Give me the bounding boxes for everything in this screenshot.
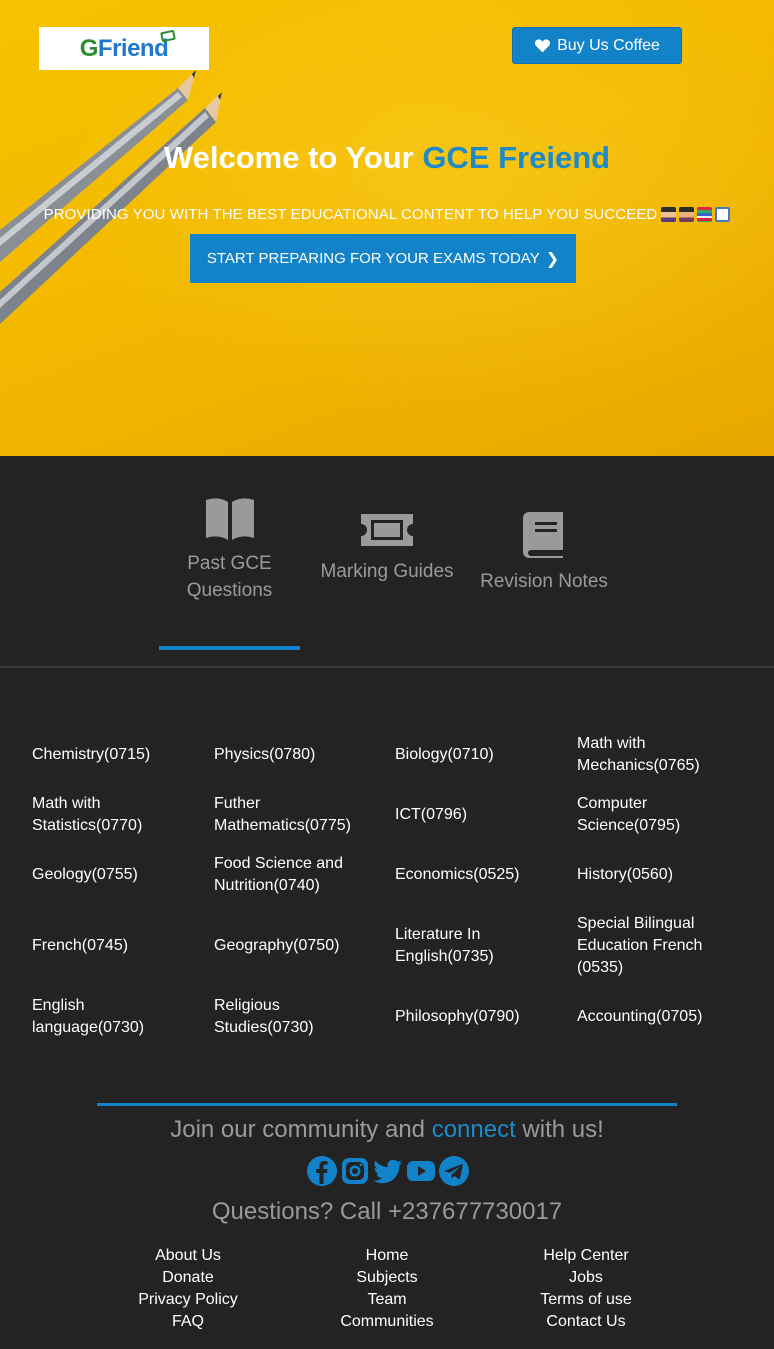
logo[interactable]: GFriend	[39, 27, 209, 70]
footer-divider	[97, 1103, 677, 1106]
subject-link[interactable]: French(0745)	[32, 935, 192, 957]
hero-banner: GFriend Buy Us Coffee Welcome to Your GC…	[0, 0, 774, 456]
subject-link[interactable]: Special Bilingual Education French (0535…	[577, 913, 717, 979]
book-open-icon	[205, 498, 254, 540]
subject-link[interactable]: Chemistry(0715)	[32, 744, 192, 766]
graduate-emoji-icon	[679, 207, 695, 222]
tab-marking-guides[interactable]: Marking Guides	[309, 510, 465, 585]
resource-tabs: Past GCE Questions Marking Guides Revisi…	[0, 456, 774, 668]
subject-link[interactable]: Philosophy(0790)	[395, 1006, 555, 1028]
footer-link-subjects[interactable]: Subjects	[287, 1267, 487, 1289]
subject-link[interactable]: Biology(0710)	[395, 744, 555, 766]
subject-link[interactable]: ICT(0796)	[395, 804, 555, 826]
graduate-emoji-icon	[661, 207, 677, 222]
subject-link[interactable]: Economics(0525)	[395, 864, 555, 886]
footer-links-col-3: Help Center Jobs Terms of use Contact Us	[486, 1245, 686, 1333]
social-links	[307, 1156, 469, 1186]
footer-link-about-us[interactable]: About Us	[88, 1245, 288, 1267]
tab-revision-notes[interactable]: Revision Notes	[470, 510, 618, 595]
subject-link[interactable]: Math with Mechanics(0765)	[577, 733, 727, 777]
footer-link-jobs[interactable]: Jobs	[486, 1267, 686, 1289]
tab-label: Past GCE Questions	[186, 553, 273, 601]
subject-link[interactable]: Food Science and Nutrition(0740)	[214, 853, 359, 897]
chevron-right-icon: ❯	[545, 250, 560, 268]
tab-past-gce-questions[interactable]: Past GCE Questions	[159, 496, 300, 604]
tab-label: Marking Guides	[320, 561, 454, 582]
footer-link-privacy-policy[interactable]: Privacy Policy	[88, 1289, 288, 1311]
footer-links-col-1: About Us Donate Privacy Policy FAQ	[88, 1245, 288, 1333]
subject-link[interactable]: Geology(0755)	[32, 864, 192, 886]
buy-coffee-button[interactable]: Buy Us Coffee	[512, 27, 682, 64]
subject-link[interactable]: Math with Statistics(0770)	[32, 793, 162, 837]
footer-link-team[interactable]: Team	[287, 1289, 487, 1311]
logo-text: GFriend	[79, 34, 169, 62]
twitter-icon[interactable]	[373, 1156, 403, 1186]
facebook-icon[interactable]	[307, 1156, 337, 1186]
tabs-divider	[0, 666, 774, 668]
footer-link-faq[interactable]: FAQ	[88, 1311, 288, 1333]
tab-label: Revision Notes	[480, 571, 608, 592]
footer-link-terms-of-use[interactable]: Terms of use	[486, 1289, 686, 1311]
hero-subtitle: PROVIDING YOU WITH THE BEST EDUCATIONAL …	[0, 206, 774, 223]
footer-link-help-center[interactable]: Help Center	[486, 1245, 686, 1267]
subject-link[interactable]: Computer Science(0795)	[577, 793, 697, 837]
start-preparing-button[interactable]: START PREPARING FOR YOUR EXAMS TODAY ❯	[190, 234, 576, 283]
hero-title: Welcome to Your GCE Freiend	[163, 140, 611, 175]
emoji-group	[661, 207, 731, 222]
footer-link-home[interactable]: Home	[287, 1245, 487, 1267]
books-emoji-icon	[697, 207, 713, 222]
subject-link[interactable]: Accounting(0705)	[577, 1006, 737, 1028]
heart-icon	[535, 39, 551, 53]
subject-link[interactable]: History(0560)	[577, 864, 737, 886]
instagram-icon[interactable]	[340, 1156, 370, 1186]
buy-coffee-label: Buy Us Coffee	[557, 36, 660, 54]
subject-link[interactable]: Geography(0750)	[214, 935, 374, 957]
footer-link-communities[interactable]: Communities	[287, 1311, 487, 1333]
community-heading: Join our community and connect with us!	[170, 1116, 604, 1143]
subject-link[interactable]: Physics(0780)	[214, 744, 374, 766]
footer-links-col-2: Home Subjects Team Communities	[287, 1245, 487, 1333]
open-book-emoji-icon	[715, 207, 731, 222]
subject-link[interactable]: English language(0730)	[32, 995, 162, 1039]
active-tab-indicator	[159, 646, 300, 650]
footer-link-contact-us[interactable]: Contact Us	[486, 1311, 686, 1333]
subject-link[interactable]: Futher Mathematics(0775)	[214, 793, 369, 837]
youtube-icon[interactable]	[406, 1156, 436, 1186]
book-icon	[523, 512, 563, 558]
ticket-icon	[361, 514, 413, 546]
start-preparing-label: START PREPARING FOR YOUR EXAMS TODAY	[206, 250, 540, 267]
footer-link-donate[interactable]: Donate	[88, 1267, 288, 1289]
subject-link[interactable]: Religious Studies(0730)	[214, 995, 334, 1039]
logo-mark-icon	[160, 29, 176, 43]
contact-phone: Questions? Call +237677730017	[211, 1198, 563, 1225]
telegram-icon[interactable]	[439, 1156, 469, 1186]
subject-link[interactable]: Literature In English(0735)	[395, 924, 515, 968]
